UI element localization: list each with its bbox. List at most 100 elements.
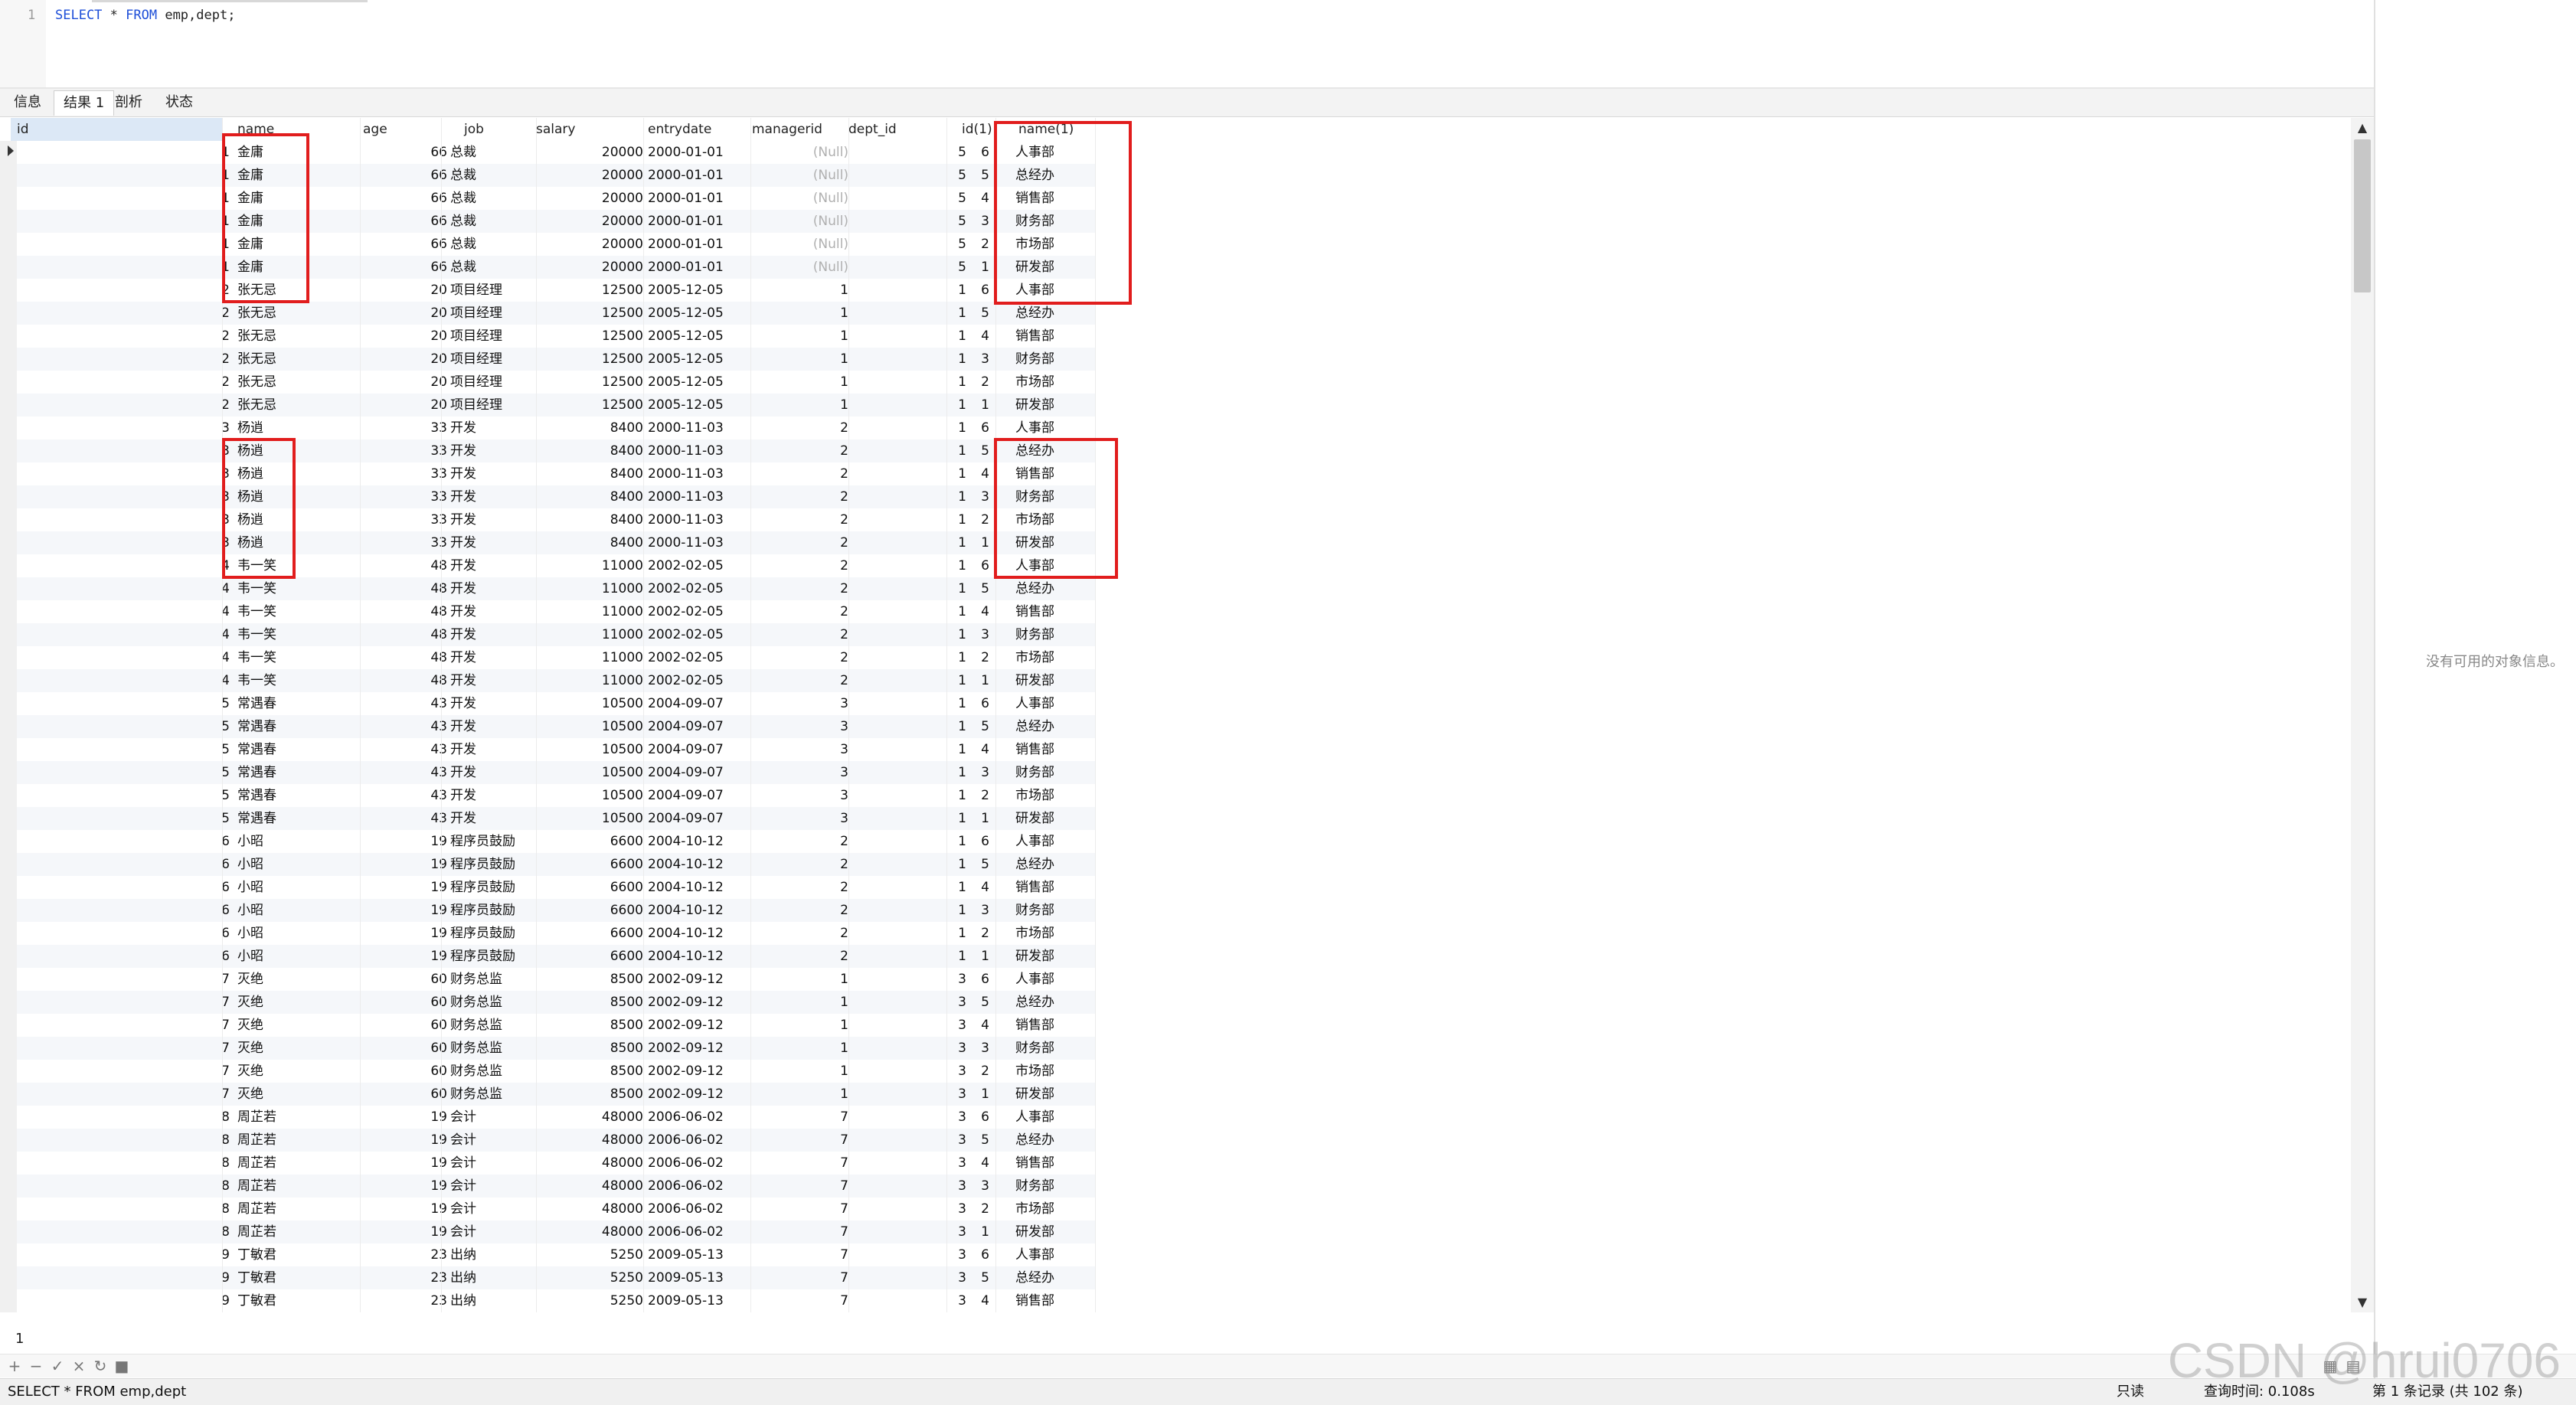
cell-managerid[interactable]: 1 [752,1014,848,1037]
cell-id1[interactable]: 4 [973,738,989,761]
cell-id1[interactable]: 6 [973,968,989,991]
cell-salary[interactable]: 6600 [536,945,643,968]
cell-name[interactable]: 丁敏君 [237,1266,352,1289]
cell-id[interactable]: 8 [17,1175,230,1198]
cell-managerid[interactable]: 2 [752,922,848,945]
table-row[interactable]: 9 丁敏君 23 出纳 5250 2009-05-13 7 3 6 人事部 [0,1243,1095,1266]
cell-name[interactable]: 常遇春 [237,715,352,738]
cell-salary[interactable]: 20000 [536,210,643,233]
cell-age[interactable]: 20 [363,348,447,371]
table-row[interactable]: 6 小昭 19 程序员鼓励 6600 2004-10-12 2 1 2 市场部 [0,922,1095,945]
cell-id1[interactable]: 3 [973,623,989,646]
table-row[interactable]: 3 杨逍 33 开发 8400 2000-11-03 2 1 4 销售部 [0,462,1095,485]
cell-salary[interactable]: 8500 [536,1037,643,1060]
cell-id1[interactable]: 5 [973,1129,989,1152]
cell-salary[interactable]: 12500 [536,394,643,417]
cell-job[interactable]: 程序员鼓励 [450,899,542,922]
cell-managerid[interactable]: (Null) [752,187,848,210]
cell-managerid[interactable]: 3 [752,715,848,738]
row-marker[interactable] [0,738,17,761]
row-marker[interactable] [0,1129,17,1152]
cell-id1[interactable]: 2 [973,1198,989,1220]
cell-name1[interactable]: 财务部 [1015,1037,1107,1060]
table-row[interactable]: 4 韦一笑 48 开发 11000 2002-02-05 2 1 2 市场部 [0,646,1095,669]
cell-salary[interactable]: 6600 [536,922,643,945]
cell-managerid[interactable]: 3 [752,807,848,830]
cell-age[interactable]: 19 [363,853,447,876]
cell-entrydate[interactable]: 2005-12-05 [648,279,740,302]
cell-age[interactable]: 48 [363,577,447,600]
cell-managerid[interactable]: 2 [752,899,848,922]
tab-2[interactable]: 剖析 [106,90,152,115]
cell-entrydate[interactable]: 2002-02-05 [648,554,740,577]
row-marker[interactable] [0,279,17,302]
cell-name1[interactable]: 人事部 [1015,1243,1107,1266]
cell-name1[interactable]: 研发部 [1015,394,1107,417]
cell-name1[interactable]: 销售部 [1015,1289,1107,1312]
row-marker[interactable] [0,1266,17,1289]
row-marker[interactable] [0,1083,17,1106]
cell-dept_id[interactable]: 1 [848,302,966,325]
cell-name1[interactable]: 销售部 [1015,1014,1107,1037]
cell-dept_id[interactable]: 1 [848,853,966,876]
row-marker[interactable] [0,1289,17,1312]
cell-name[interactable]: 张无忌 [237,325,352,348]
cell-managerid[interactable]: 2 [752,462,848,485]
cell-name1[interactable]: 市场部 [1015,646,1107,669]
cell-job[interactable]: 项目经理 [450,279,542,302]
row-marker[interactable] [0,325,17,348]
cell-id1[interactable]: 5 [973,164,989,187]
row-marker[interactable] [0,1060,17,1083]
cell-dept_id[interactable]: 1 [848,761,966,784]
cell-entrydate[interactable]: 2004-09-07 [648,784,740,807]
cell-job[interactable]: 开发 [450,738,542,761]
cell-age[interactable]: 19 [363,1220,447,1243]
cell-salary[interactable]: 10500 [536,738,643,761]
cell-salary[interactable]: 8400 [536,462,643,485]
cell-id[interactable]: 3 [17,439,230,462]
cell-id1[interactable]: 2 [973,646,989,669]
cell-id[interactable]: 4 [17,554,230,577]
row-marker[interactable] [0,256,17,279]
cell-salary[interactable]: 8400 [536,531,643,554]
cell-managerid[interactable]: 7 [752,1152,848,1175]
cell-age[interactable]: 66 [363,187,447,210]
cell-salary[interactable]: 12500 [536,371,643,394]
cell-id[interactable]: 5 [17,807,230,830]
row-marker[interactable] [0,784,17,807]
table-row[interactable]: 4 韦一笑 48 开发 11000 2002-02-05 2 1 4 销售部 [0,600,1095,623]
cell-job[interactable]: 出纳 [450,1289,542,1312]
cell-name1[interactable]: 研发部 [1015,669,1107,692]
cell-managerid[interactable]: (Null) [752,256,848,279]
cell-entrydate[interactable]: 2004-10-12 [648,876,740,899]
row-marker[interactable] [0,669,17,692]
cell-managerid[interactable]: 7 [752,1243,848,1266]
cell-id1[interactable]: 6 [973,1106,989,1129]
cell-job[interactable]: 会计 [450,1152,542,1175]
scroll-down-icon[interactable]: ▼ [2351,1292,2374,1312]
cell-id[interactable]: 7 [17,1014,230,1037]
cell-name1[interactable]: 市场部 [1015,1198,1107,1220]
cell-id[interactable]: 5 [17,692,230,715]
cell-age[interactable]: 43 [363,807,447,830]
cell-id1[interactable]: 6 [973,279,989,302]
cell-age[interactable]: 33 [363,531,447,554]
row-marker[interactable] [0,302,17,325]
cell-dept_id[interactable]: 3 [848,1014,966,1037]
table-row[interactable]: 4 韦一笑 48 开发 11000 2002-02-05 2 1 5 总经办 [0,577,1095,600]
cell-dept_id[interactable]: 1 [848,692,966,715]
cell-id1[interactable]: 1 [973,669,989,692]
cell-id[interactable]: 2 [17,302,230,325]
cell-salary[interactable]: 5250 [536,1289,643,1312]
cell-managerid[interactable]: 1 [752,325,848,348]
cell-job[interactable]: 总裁 [450,233,542,256]
cell-salary[interactable]: 5250 [536,1266,643,1289]
cell-id[interactable]: 7 [17,1037,230,1060]
cell-age[interactable]: 20 [363,371,447,394]
cell-id[interactable]: 3 [17,485,230,508]
cell-salary[interactable]: 8500 [536,1083,643,1106]
cell-name1[interactable]: 研发部 [1015,945,1107,968]
row-marker[interactable] [0,899,17,922]
table-row[interactable]: 6 小昭 19 程序员鼓励 6600 2004-10-12 2 1 3 财务部 [0,899,1095,922]
cell-managerid[interactable]: 2 [752,853,848,876]
